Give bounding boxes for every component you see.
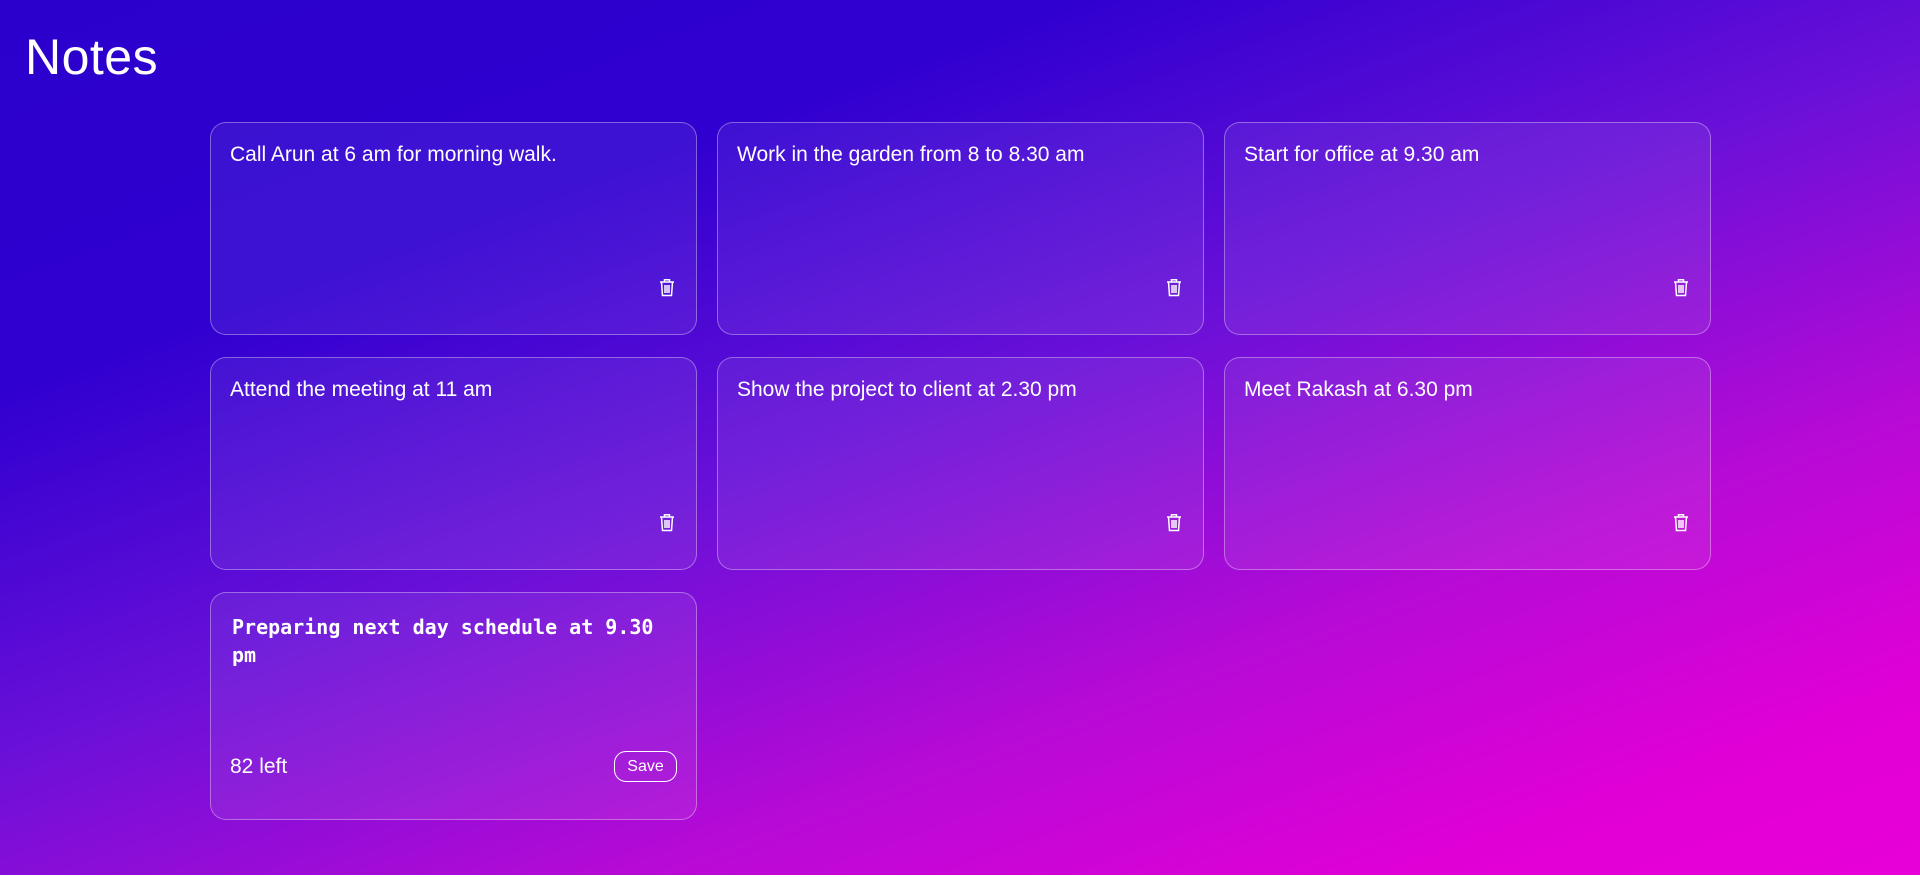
note-text: Start for office at 9.30 am [1244,143,1480,166]
note-card: Work in the garden from 8 to 8.30 am [717,122,1204,335]
characters-remaining: 82 left [230,755,288,778]
note-card: Attend the meeting at 11 am [210,357,697,570]
save-button[interactable]: Save [614,751,677,782]
note-card: Show the project to client at 2.30 pm [717,357,1204,570]
delete-note-button[interactable] [1164,276,1184,298]
trash-icon [1674,278,1688,296]
notes-grid: Call Arun at 6 am for morning walk. Work… [210,122,1711,820]
delete-note-button[interactable] [1164,511,1184,533]
trash-icon [1167,278,1181,296]
trash-icon [1674,513,1688,531]
note-text: Call Arun at 6 am for morning walk. [230,143,557,166]
delete-note-button[interactable] [1671,511,1691,533]
note-text: Show the project to client at 2.30 pm [737,378,1077,401]
delete-note-button[interactable] [657,511,677,533]
delete-note-button[interactable] [1671,276,1691,298]
trash-icon [660,513,674,531]
note-card: Start for office at 9.30 am [1224,122,1711,335]
trash-icon [660,278,674,296]
note-text: Meet Rakash at 6.30 pm [1244,378,1473,401]
notes-app: Notes Call Arun at 6 am for morning walk… [0,0,1920,875]
delete-note-button[interactable] [657,276,677,298]
note-text: Attend the meeting at 11 am [230,378,493,401]
trash-icon [1167,513,1181,531]
new-note-textarea[interactable]: Preparing next day schedule at 9.30 pm [232,613,677,723]
note-text: Work in the garden from 8 to 8.30 am [737,143,1085,166]
page-title: Notes [25,29,159,85]
note-card: Meet Rakash at 6.30 pm [1224,357,1711,570]
new-note-card: Preparing next day schedule at 9.30 pm 8… [210,592,697,820]
note-card: Call Arun at 6 am for morning walk. [210,122,697,335]
